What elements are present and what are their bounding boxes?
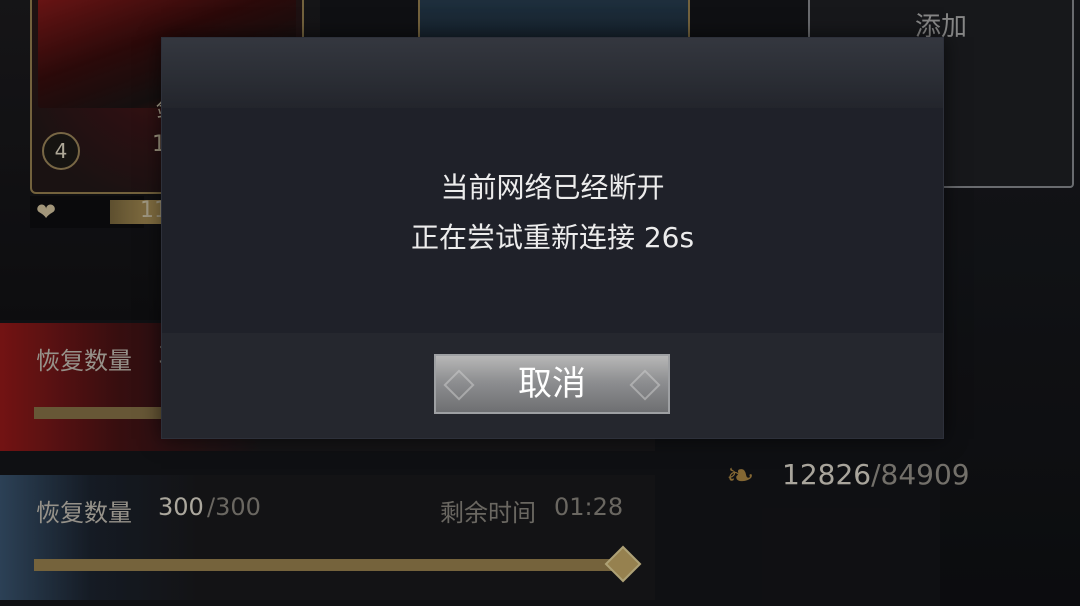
ornament-left-icon [443, 369, 475, 401]
ornament-right-icon [629, 369, 661, 401]
network-disconnect-dialog: 当前网络已经断开 正在尝试重新连接 26s 取消 [161, 37, 944, 439]
dialog-message-line2: 正在尝试重新连接 26s [410, 221, 695, 254]
cancel-button[interactable]: 取消 [434, 354, 670, 414]
cancel-button-label: 取消 [518, 364, 586, 404]
dialog-message-line1: 当前网络已经断开 [440, 171, 665, 204]
dialog-header [162, 38, 943, 108]
